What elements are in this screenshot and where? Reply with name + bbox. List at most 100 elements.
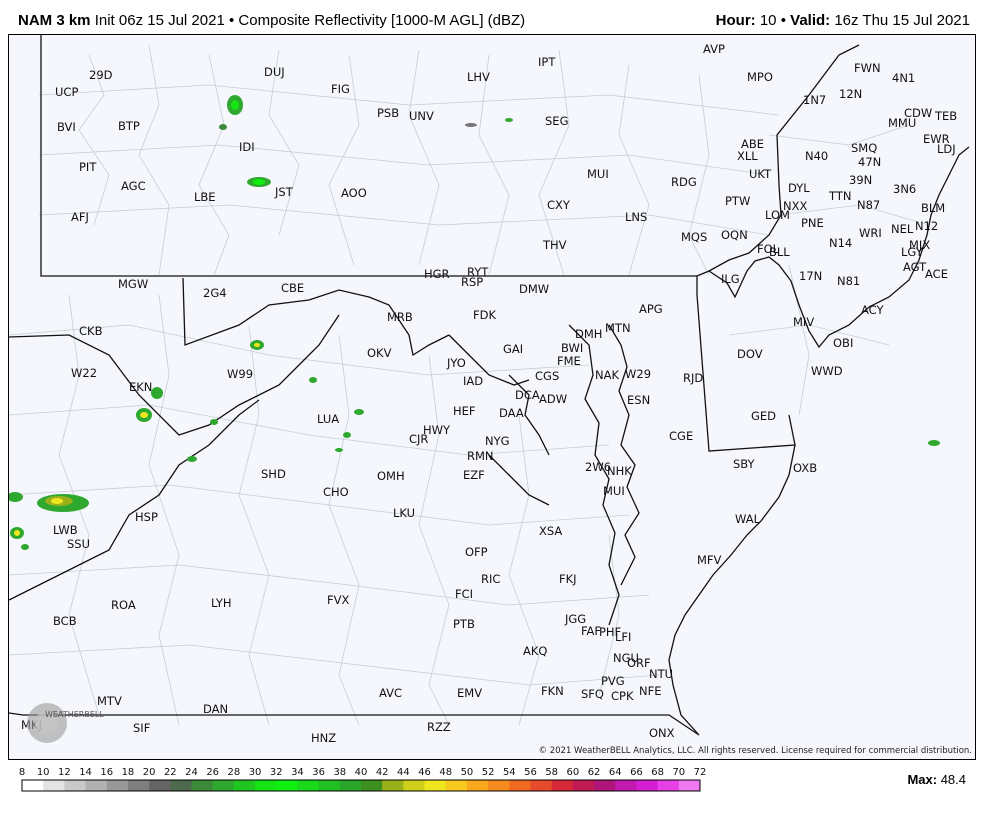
- station-label: ACE: [925, 267, 948, 281]
- init-time: Init 06z 15 Jul 2021: [94, 12, 225, 29]
- legend-swatch: [382, 780, 404, 791]
- legend-tick-label: 42: [376, 767, 389, 778]
- station-label: FWN: [854, 61, 881, 75]
- legend-swatch: [233, 780, 256, 791]
- legend-colorbar: 8 10 12 14 16 18 20 22 24 26 28 30 32 34 36 38 40 42 44 46 4…: [19, 767, 706, 792]
- station-label: FDK: [473, 308, 496, 322]
- station-label: WRI: [859, 226, 882, 240]
- station-label: OKV: [367, 346, 392, 360]
- valid-value: 16z Thu 15 Jul 2021: [834, 12, 970, 29]
- legend-swatch: [615, 780, 637, 791]
- station-label: 39N: [849, 173, 872, 187]
- station-label: FIG: [331, 82, 350, 96]
- station-label: EMV: [457, 686, 482, 700]
- station-label: APG: [639, 302, 663, 316]
- station-label: TTN: [828, 189, 851, 203]
- station-label: PTW: [725, 194, 750, 208]
- legend-swatch: [22, 780, 44, 791]
- legend-swatch: [424, 780, 447, 791]
- station-label: CGS: [535, 369, 559, 383]
- station-label: N81: [837, 274, 860, 288]
- station-label: AGT: [903, 260, 927, 274]
- legend-tick-label: 54: [503, 767, 516, 778]
- station-label: RIC: [481, 572, 500, 586]
- station-label: CJR: [409, 432, 428, 446]
- legend-swatch: [191, 780, 214, 791]
- station-label: MPO: [747, 70, 773, 84]
- station-label: PTB: [453, 617, 475, 631]
- station-label: RMN: [467, 449, 494, 463]
- station-label: AKQ: [523, 644, 547, 658]
- legend-swatch: [361, 780, 383, 791]
- legend-swatch: [149, 780, 171, 791]
- valid-time: Hour: 10 • Valid: 16z Thu 15 Jul 2021: [716, 12, 970, 29]
- station-label: NFE: [639, 684, 661, 698]
- station-label: LGY: [901, 245, 924, 259]
- station-label: OMH: [377, 469, 405, 483]
- station-label: NEL: [891, 222, 914, 236]
- legend-tick-label: 70: [672, 767, 685, 778]
- copyright-notice: © 2021 WeatherBELL Analytics, LLC. All r…: [538, 746, 972, 756]
- station-label: FCI: [455, 587, 473, 601]
- station-label: LFI: [615, 630, 631, 644]
- station-label: UNV: [409, 109, 434, 123]
- station-label: AOO: [341, 186, 367, 200]
- station-label: 47N: [858, 155, 881, 169]
- legend-swatch: [572, 780, 595, 791]
- station-label: MUI: [603, 484, 625, 498]
- station-label: 12N: [839, 87, 862, 101]
- station-label: ADW: [539, 392, 567, 406]
- weatherbell-logo: WEATHERBELL: [27, 703, 104, 743]
- station-label: 3N6: [893, 182, 916, 196]
- legend-tick-label: 46: [418, 767, 431, 778]
- legend-swatch: [212, 780, 235, 791]
- logo-text: WEATHERBELL: [45, 710, 104, 719]
- station-label: AVP: [703, 42, 725, 56]
- station-label: XSA: [539, 524, 562, 538]
- station-label: UCP: [55, 85, 78, 99]
- station-label: MGW: [118, 277, 148, 291]
- legend-swatch: [466, 780, 489, 791]
- legend-swatch: [403, 780, 426, 791]
- station-label: DMW: [519, 282, 549, 296]
- station-label: OXB: [793, 461, 817, 475]
- station-label: RZZ: [427, 720, 451, 734]
- legend-tick-label: 24: [185, 767, 198, 778]
- station-label: N12: [915, 219, 938, 233]
- station-label: W22: [71, 366, 97, 380]
- station-label: LKU: [393, 506, 415, 520]
- legend-tick-label: 56: [524, 767, 537, 778]
- station-label: SSU: [67, 537, 90, 551]
- station-label: ORF: [627, 656, 651, 670]
- station-label: MTN: [605, 321, 631, 335]
- legend-tick-label: 12: [58, 767, 71, 778]
- station-label: PNE: [801, 216, 824, 230]
- station-label: AVC: [379, 686, 402, 700]
- legend-tick-label: 52: [482, 767, 495, 778]
- legend-tick-label: 50: [461, 767, 474, 778]
- legend-tick-label: 60: [567, 767, 580, 778]
- legend-tick-label: 62: [588, 767, 601, 778]
- station-label: THV: [542, 238, 567, 252]
- legend-tick-label: 28: [228, 767, 241, 778]
- station-label: 29D: [89, 68, 113, 82]
- station-label: 2G4: [203, 286, 227, 300]
- station-label: BLM: [921, 201, 945, 215]
- station-label: EKN: [129, 380, 152, 394]
- legend-swatch: [339, 780, 362, 791]
- station-label: MRB: [387, 310, 413, 324]
- station-label: BLL: [769, 245, 790, 259]
- station-label: ILG: [721, 272, 740, 286]
- legend-tick-label: 40: [355, 767, 368, 778]
- station-label: W99: [227, 367, 253, 381]
- station-label: ESN: [627, 393, 650, 407]
- station-label: DCA: [515, 388, 540, 402]
- station-label: ONX: [649, 726, 675, 740]
- station-label: NYG: [485, 434, 510, 448]
- legend-tick-label: 44: [397, 767, 410, 778]
- station-label: N40: [805, 149, 828, 163]
- bullet-separator-2: •: [780, 12, 786, 29]
- hour-label: Hour:: [715, 12, 756, 29]
- station-label: W29: [625, 367, 651, 381]
- station-label: DOV: [737, 347, 763, 361]
